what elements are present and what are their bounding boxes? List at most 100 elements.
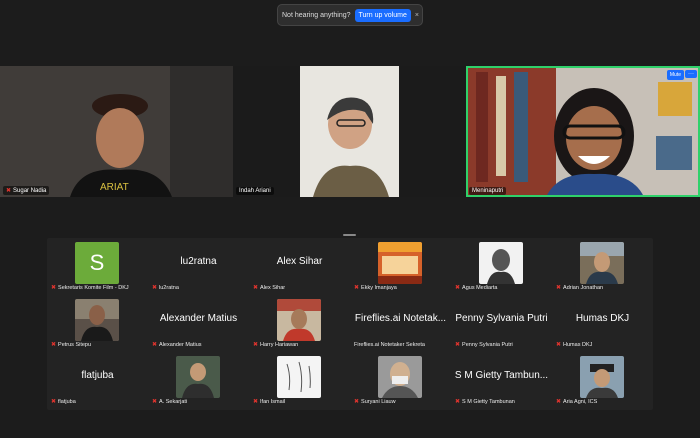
- participant-name: Fireflies.ai Notetaker Sekreta: [354, 342, 425, 348]
- participant-name-label: ✖ Aria Agni, ICS: [556, 398, 598, 406]
- mic-off-icon: ✖: [455, 399, 461, 405]
- resize-handle[interactable]: [343, 234, 356, 236]
- participant-gallery: S ✖ Sekretaris Komite Film - DKJ lu2ratna…: [47, 238, 653, 410]
- participant-name-label: ✖ Suryani Liauw: [354, 398, 396, 406]
- participant-name-label: ✖ Alexander Matius: [152, 341, 202, 349]
- participant-name-label: ✖ Alex Sihar: [253, 284, 286, 292]
- mic-off-icon: ✖: [556, 342, 562, 348]
- mic-off-icon: ✖: [354, 399, 360, 405]
- participant-name: lu2ratna: [159, 284, 179, 291]
- participant-tile[interactable]: ✖ Ekky Imanjaya: [350, 238, 451, 295]
- close-icon[interactable]: ×: [415, 12, 421, 19]
- participant-display-name: Fireflies.ai Notetak...: [354, 313, 447, 324]
- participant-name-label: ✖ Humas DKJ: [556, 341, 593, 349]
- participant-tile[interactable]: Fireflies.ai Notetak... Fireflies.ai Not…: [350, 295, 451, 352]
- participant-name: Sekretaris Komite Film - DKJ: [58, 284, 129, 291]
- participant-name-label: ✖ Penny Sylvania Putri: [455, 341, 513, 349]
- participant-name-label: ✖ Harry Hariawan: [253, 341, 299, 349]
- participant-name-label: ✖ Ekky Imanjaya: [354, 284, 397, 292]
- mic-off-icon: ✖: [253, 342, 259, 348]
- participant-name: Adrian Jonathan: [563, 284, 604, 291]
- participant-name: Alexander Matius: [159, 341, 202, 348]
- turn-up-volume-button[interactable]: Turn up volume: [354, 8, 411, 22]
- svg-text:ARIAT: ARIAT: [100, 182, 129, 193]
- video-feed-sugar-nadia: ARIAT: [0, 66, 233, 197]
- avatar: [277, 356, 321, 398]
- participant-name: Harry Hariawan: [260, 341, 299, 348]
- audio-notice-text: Not hearing anything?: [282, 11, 351, 19]
- participant-label: Indah Ariani: [236, 187, 274, 195]
- participant-display-name: flatjuba: [81, 370, 114, 381]
- participant-name-label: ✖ Ifan Ismail: [253, 398, 286, 406]
- participant-name: A. Sekarjati: [159, 398, 188, 405]
- mic-off-icon: ✖: [354, 285, 360, 291]
- participant-label: ✖ Sugar Nadia: [3, 186, 50, 195]
- mic-off-icon: ✖: [253, 285, 259, 291]
- video-tile-indah-ariani[interactable]: Indah Ariani: [233, 66, 466, 197]
- participant-tile[interactable]: S M Gietty Tambun... ✖ S M Gietty Tambuna…: [451, 352, 552, 409]
- participant-name: Indah Ariani: [239, 188, 271, 194]
- mic-off-icon: ✖: [51, 285, 57, 291]
- participant-tile[interactable]: ✖ Petrus Sitepu: [47, 295, 148, 352]
- avatar: [580, 242, 624, 284]
- participant-display-name: S M Gietty Tambun...: [454, 370, 549, 381]
- avatar: [378, 356, 422, 398]
- participant-name-label: ✖ Agus Mediarta: [455, 284, 498, 292]
- participant-tile[interactable]: Alexander Matius ✖ Alexander Matius: [148, 295, 249, 352]
- participant-name: Aria Agni, ICS: [563, 398, 598, 405]
- participant-name-label: ✖ A. Sekarjati: [152, 398, 188, 406]
- participant-tile[interactable]: Alex Sihar ✖ Alex Sihar: [249, 238, 350, 295]
- participant-name: Petrus Sitepu: [58, 341, 92, 348]
- participant-name: Ekky Imanjaya: [361, 284, 397, 291]
- participant-tile[interactable]: S ✖ Sekretaris Komite Film - DKJ: [47, 238, 148, 295]
- participant-tile[interactable]: Humas DKJ ✖ Humas DKJ: [552, 295, 653, 352]
- participant-display-name: Humas DKJ: [575, 313, 630, 324]
- video-feed-indah-ariani: [233, 66, 466, 197]
- participant-name: Ifan Ismail: [260, 398, 286, 405]
- avatar: [580, 356, 624, 398]
- video-tile-sugar-nadia[interactable]: ARIAT ✖ Sugar Nadia: [0, 66, 233, 197]
- participant-name-label: Fireflies.ai Notetaker Sekreta: [354, 342, 425, 348]
- mic-off-icon: ✖: [152, 342, 158, 348]
- participant-tile[interactable]: ✖ Harry Hariawan: [249, 295, 350, 352]
- participant-name: Agus Mediarta: [462, 284, 498, 291]
- participant-name: S M Gietty Tambunan: [462, 398, 515, 405]
- avatar: S: [75, 242, 119, 284]
- participant-tile[interactable]: ✖ Suryani Liauw: [350, 352, 451, 409]
- participant-name: Suryani Liauw: [361, 398, 396, 405]
- participant-name-label: ✖ Petrus Sitepu: [51, 341, 92, 349]
- audio-notice-banner: Not hearing anything? Turn up volume ×: [277, 4, 423, 26]
- participant-name-label: ✖ flatjuba: [51, 398, 76, 406]
- mute-button[interactable]: Mute: [666, 70, 684, 80]
- participant-tile[interactable]: ✖ A. Sekarjati: [148, 352, 249, 409]
- participant-name: Humas DKJ: [563, 341, 593, 348]
- participant-tile[interactable]: flatjuba ✖ flatjuba: [47, 352, 148, 409]
- participant-tile[interactable]: ✖ Ifan Ismail: [249, 352, 350, 409]
- more-options-button[interactable]: ···: [685, 70, 697, 78]
- mic-off-icon: ✖: [455, 285, 461, 291]
- participant-display-name: Alex Sihar: [276, 256, 323, 267]
- participant-tile[interactable]: ✖ Aria Agni, ICS: [552, 352, 653, 409]
- mic-off-icon: ✖: [455, 342, 461, 348]
- mic-off-icon: ✖: [6, 188, 12, 194]
- participant-tile[interactable]: lu2ratna ✖ lu2ratna: [148, 238, 249, 295]
- participant-tile[interactable]: Penny Sylvania Putri ✖ Penny Sylvania Put…: [451, 295, 552, 352]
- mic-off-icon: ✖: [152, 285, 158, 291]
- avatar-letter: S: [89, 250, 105, 275]
- participant-tile[interactable]: ✖ Agus Mediarta: [451, 238, 552, 295]
- participant-display-name: lu2ratna: [180, 256, 217, 267]
- participant-label: Meninaputri: [469, 187, 507, 195]
- participant-name-label: ✖ S M Gietty Tambunan: [455, 398, 515, 406]
- mic-off-icon: ✖: [253, 399, 259, 405]
- mic-off-icon: ✖: [152, 399, 158, 405]
- mic-off-icon: ✖: [556, 285, 562, 291]
- mic-off-icon: ✖: [556, 399, 562, 405]
- video-tile-meninaputri[interactable]: Mute ··· Meninaputri: [466, 66, 700, 197]
- avatar: [277, 299, 321, 341]
- mic-off-icon: ✖: [51, 399, 57, 405]
- participant-tile[interactable]: ✖ Adrian Jonathan: [552, 238, 653, 295]
- participant-name: Sugar Nadia: [13, 187, 47, 194]
- participant-name: Alex Sihar: [260, 284, 286, 291]
- participant-name: flatjuba: [58, 398, 76, 405]
- participant-name-label: ✖ Adrian Jonathan: [556, 284, 604, 292]
